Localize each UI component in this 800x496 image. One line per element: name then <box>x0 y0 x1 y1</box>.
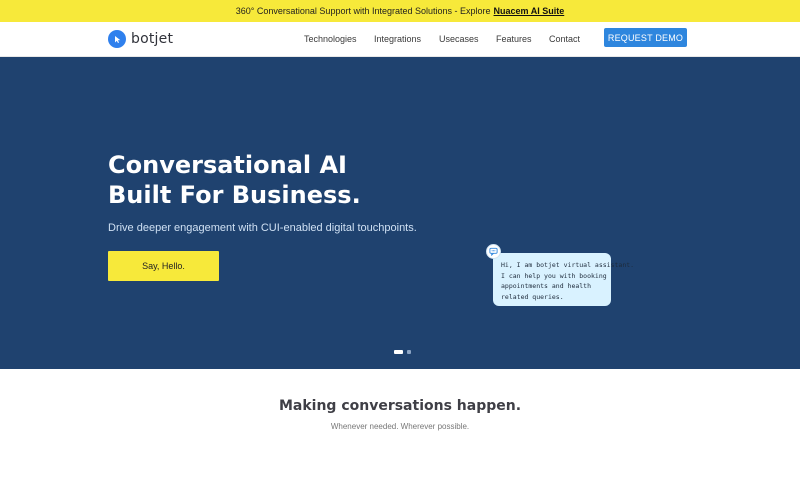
chat-preview-bubble: Hi, I am botjet virtual assistant. I can… <box>493 253 635 306</box>
nav-features[interactable]: Features <box>496 34 532 44</box>
carousel-indicators <box>394 350 415 354</box>
hero-title-line-2: Built For Business. <box>108 181 361 209</box>
logo-text: botjet <box>131 31 174 47</box>
logo[interactable]: botjet <box>108 30 173 48</box>
nav-usecases[interactable]: Usecases <box>439 34 479 44</box>
hero-title: Conversational AI Built For Business. <box>108 150 468 210</box>
say-hello-button[interactable]: Say, Hello. <box>108 251 219 281</box>
nav-integrations[interactable]: Integrations <box>374 34 421 44</box>
request-demo-button[interactable]: REQUEST DEMO <box>604 28 687 47</box>
chat-line: related queries. <box>501 292 564 301</box>
nav-contact[interactable]: Contact <box>549 34 580 44</box>
carousel-dot-2[interactable] <box>407 350 411 354</box>
chat-line: I can help you with booking <box>501 271 607 280</box>
announcement-text: 360° Conversational Support with Integra… <box>235 6 491 16</box>
hero-subtitle: Drive deeper engagement with CUI-enabled… <box>108 222 417 234</box>
section-title: Making conversations happen. <box>278 398 522 414</box>
nuacem-suite-link[interactable]: Nuacem AI Suite <box>494 6 565 16</box>
nav-technologies[interactable]: Technologies <box>304 34 357 44</box>
hero-banner: Conversational AI Built For Business. Dr… <box>0 57 800 369</box>
hero-title-line-1: Conversational AI <box>108 151 347 179</box>
chat-line: Hi, I am botjet virtual assistant. <box>501 261 635 269</box>
site-header: botjet Technologies Integrations Usecase… <box>0 22 800 57</box>
chat-bubble-icon <box>486 244 501 259</box>
announcement-bar: 360° Conversational Support with Integra… <box>0 0 800 22</box>
cursor-bubble-icon <box>108 30 126 48</box>
chat-line: appointments and health <box>501 282 592 290</box>
section-subtitle: Whenever needed. Wherever possible. <box>330 422 470 431</box>
carousel-dot-1[interactable] <box>394 350 403 354</box>
